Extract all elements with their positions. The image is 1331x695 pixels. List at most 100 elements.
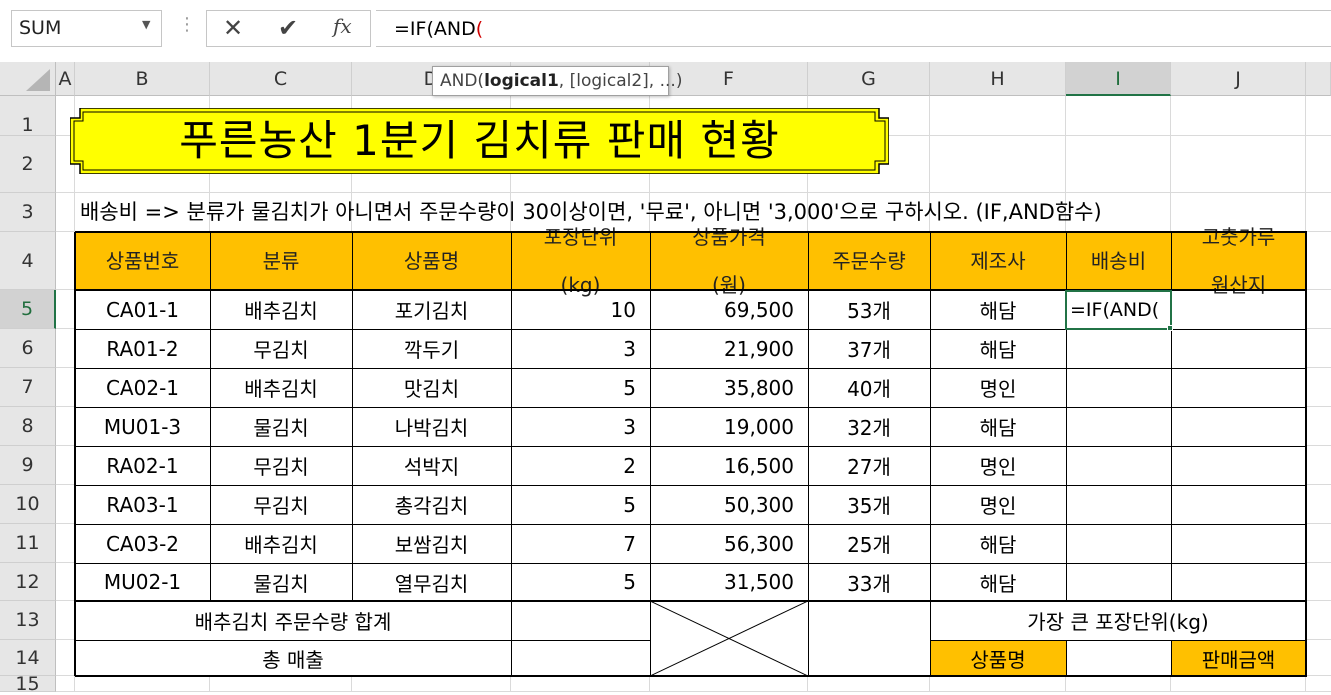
- row-header-4[interactable]: 4: [0, 232, 56, 290]
- row-header-11[interactable]: 11: [0, 524, 56, 563]
- table-cell[interactable]: CA03-2: [75, 524, 210, 563]
- enter-check-icon[interactable]: ✔: [278, 14, 298, 42]
- table-cell[interactable]: 35개: [808, 485, 930, 524]
- table-cell-empty[interactable]: [1171, 563, 1306, 601]
- table-cell[interactable]: 5: [511, 368, 650, 407]
- summary-label-max-pack[interactable]: 가장 큰 포장단위(kg): [930, 601, 1306, 640]
- table-header-cell[interactable]: 고춧가루 원산지: [1171, 225, 1306, 297]
- table-cell[interactable]: 해담: [930, 407, 1066, 446]
- table-cell-empty[interactable]: [1066, 524, 1171, 563]
- col-header-c[interactable]: C: [210, 62, 352, 96]
- table-header-cell[interactable]: 상품번호: [75, 232, 210, 290]
- row-header-8[interactable]: 8: [0, 407, 56, 446]
- summary-label-sales[interactable]: 판매금액: [1171, 640, 1306, 676]
- row-header-14[interactable]: 14: [0, 640, 56, 676]
- table-cell-empty[interactable]: [1066, 563, 1171, 601]
- table-cell[interactable]: 무김치: [210, 329, 352, 368]
- table-cell[interactable]: CA02-1: [75, 368, 210, 407]
- col-header-i[interactable]: I: [1066, 62, 1171, 96]
- table-cell[interactable]: 21,900: [650, 329, 808, 368]
- table-cell[interactable]: RA03-1: [75, 485, 210, 524]
- summary-value-total-sales[interactable]: [511, 640, 650, 676]
- table-cell[interactable]: 명인: [930, 446, 1066, 485]
- table-cell[interactable]: 33개: [808, 563, 930, 601]
- table-cell-empty[interactable]: [1171, 446, 1306, 485]
- table-header-cell[interactable]: 상품가격 (원): [650, 225, 808, 297]
- table-cell[interactable]: 석박지: [352, 446, 511, 485]
- table-cell[interactable]: 32개: [808, 407, 930, 446]
- table-cell[interactable]: 해담: [930, 563, 1066, 601]
- table-cell[interactable]: 40개: [808, 368, 930, 407]
- row-header-12[interactable]: 12: [0, 563, 56, 601]
- row-header-13[interactable]: 13: [0, 601, 56, 640]
- table-cell[interactable]: RA02-1: [75, 446, 210, 485]
- row-header-5[interactable]: 5: [0, 290, 56, 329]
- table-cell[interactable]: 69,500: [650, 290, 808, 329]
- tooltip-arg1[interactable]: logical1: [484, 71, 559, 91]
- table-cell[interactable]: 53개: [808, 290, 930, 329]
- table-cell[interactable]: 보쌈김치: [352, 524, 511, 563]
- table-cell[interactable]: 해담: [930, 329, 1066, 368]
- table-cell[interactable]: 10: [511, 290, 650, 329]
- summary-value-product[interactable]: [1066, 640, 1171, 676]
- row-header-2[interactable]: 2: [0, 136, 56, 193]
- table-cell-empty[interactable]: [1171, 524, 1306, 563]
- row-header-1[interactable]: 1: [0, 96, 56, 136]
- table-cell[interactable]: 포기김치: [352, 290, 511, 329]
- summary-label-product[interactable]: 상품명: [930, 640, 1066, 676]
- table-cell-empty[interactable]: [1171, 407, 1306, 446]
- table-cell[interactable]: 해담: [930, 290, 1066, 329]
- table-cell[interactable]: 명인: [930, 368, 1066, 407]
- row-header-15[interactable]: 15: [0, 675, 56, 694]
- table-cell[interactable]: 깍두기: [352, 329, 511, 368]
- table-cell[interactable]: 열무김치: [352, 563, 511, 601]
- formula-input[interactable]: =IF(AND(: [376, 10, 1331, 47]
- table-cell-empty[interactable]: [1066, 407, 1171, 446]
- table-cell[interactable]: 5: [511, 563, 650, 601]
- table-cell[interactable]: 7: [511, 524, 650, 563]
- table-cell[interactable]: 배추김치: [210, 524, 352, 563]
- table-cell-empty[interactable]: [1066, 368, 1171, 407]
- table-cell[interactable]: 5: [511, 485, 650, 524]
- table-cell[interactable]: 해담: [930, 524, 1066, 563]
- table-cell-empty[interactable]: [1171, 329, 1306, 368]
- table-cell[interactable]: 무김치: [210, 446, 352, 485]
- table-cell-empty[interactable]: [1171, 368, 1306, 407]
- table-cell[interactable]: 37개: [808, 329, 930, 368]
- summary-value-cabbage-total[interactable]: [511, 601, 650, 640]
- col-header-g[interactable]: G: [808, 62, 930, 96]
- col-header-h[interactable]: H: [930, 62, 1066, 96]
- insert-function-icon[interactable]: fx: [333, 14, 352, 38]
- table-cell-empty[interactable]: [1066, 329, 1171, 368]
- table-cell[interactable]: 16,500: [650, 446, 808, 485]
- table-cell-empty[interactable]: [1066, 485, 1171, 524]
- col-header-b[interactable]: B: [75, 62, 210, 96]
- table-cell[interactable]: 명인: [930, 485, 1066, 524]
- active-cell-i5[interactable]: =IF(AND(: [1065, 290, 1172, 330]
- table-cell[interactable]: 물김치: [210, 407, 352, 446]
- table-header-cell[interactable]: 배송비: [1066, 232, 1171, 290]
- table-cell[interactable]: 50,300: [650, 485, 808, 524]
- fill-handle[interactable]: [1167, 325, 1173, 331]
- table-header-cell[interactable]: 주문수량: [808, 232, 930, 290]
- table-header-cell[interactable]: 포장단위 (kg): [511, 225, 650, 297]
- chevron-down-icon[interactable]: ▼: [142, 18, 150, 31]
- table-cell[interactable]: 25개: [808, 524, 930, 563]
- row-header-9[interactable]: 9: [0, 446, 56, 485]
- table-cell[interactable]: 56,300: [650, 524, 808, 563]
- table-cell[interactable]: 배추김치: [210, 368, 352, 407]
- col-header-j[interactable]: J: [1171, 62, 1306, 96]
- table-cell-empty[interactable]: [1171, 290, 1306, 329]
- table-cell[interactable]: 27개: [808, 446, 930, 485]
- row-header-3[interactable]: 3: [0, 193, 56, 232]
- table-cell[interactable]: CA01-1: [75, 290, 210, 329]
- row-header-7[interactable]: 7: [0, 368, 56, 407]
- table-cell[interactable]: MU02-1: [75, 563, 210, 601]
- row-header-10[interactable]: 10: [0, 485, 56, 524]
- table-header-cell[interactable]: 제조사: [930, 232, 1066, 290]
- table-cell[interactable]: 35,800: [650, 368, 808, 407]
- row-header-6[interactable]: 6: [0, 329, 56, 368]
- table-cell[interactable]: 배추김치: [210, 290, 352, 329]
- summary-label-total-sales[interactable]: 총 매출: [75, 640, 511, 676]
- table-cell[interactable]: 맛김치: [352, 368, 511, 407]
